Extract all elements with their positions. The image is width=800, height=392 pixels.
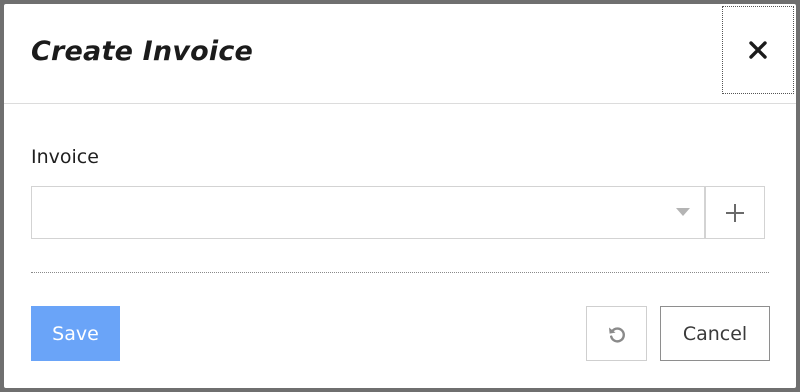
dialog-header: Create Invoice [4, 4, 796, 104]
close-button[interactable] [722, 6, 794, 94]
create-invoice-dialog: Create Invoice Invoice Save Cancel [4, 4, 796, 388]
reset-button[interactable] [586, 306, 647, 361]
invoice-label: Invoice [31, 146, 99, 168]
dialog-title: Create Invoice [31, 36, 254, 67]
undo-icon [608, 326, 625, 343]
plus-icon [726, 203, 744, 222]
invoice-select[interactable] [31, 186, 705, 239]
save-button[interactable]: Save [31, 306, 120, 361]
add-invoice-button[interactable] [705, 186, 765, 239]
cancel-button[interactable]: Cancel [660, 306, 770, 361]
close-icon [749, 41, 767, 59]
form-divider [31, 272, 769, 273]
caret-down-icon [676, 208, 690, 216]
